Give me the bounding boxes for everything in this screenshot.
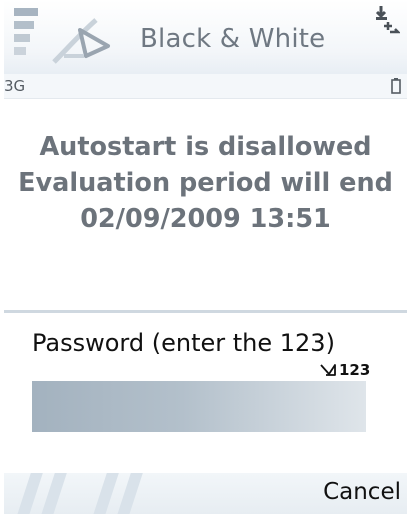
status-bar: 3G xyxy=(4,74,407,98)
app-title: Black & White xyxy=(140,24,326,54)
message-line-2: Evaluation period will end xyxy=(18,168,393,198)
message-line-3: 02/09/2009 13:51 xyxy=(80,204,331,234)
message-line-1: Autostart is disallowed xyxy=(39,132,372,162)
input-mode-icon xyxy=(320,364,336,376)
cancel-button[interactable]: Cancel xyxy=(323,479,401,505)
screen: Black & White 3G Autostart is disallowed… xyxy=(4,0,407,514)
password-input[interactable] xyxy=(32,381,366,432)
battery-icon xyxy=(391,78,401,94)
input-mode-label: 123 xyxy=(339,361,371,379)
app-logo-icon xyxy=(52,18,110,64)
softkey-bar: Cancel xyxy=(4,473,407,514)
signal-strength-icon xyxy=(14,8,38,55)
input-mode-indicator: 123 xyxy=(320,360,370,380)
data-connection-icon xyxy=(375,6,400,34)
title-bar: Black & White xyxy=(4,0,407,74)
network-indicator: 3G xyxy=(4,77,26,95)
password-label: Password (enter the 123) xyxy=(32,329,335,357)
password-panel: Password (enter the 123) 123 xyxy=(4,313,407,473)
message-panel: Autostart is disallowed Evaluation perio… xyxy=(4,98,407,311)
message-text: Autostart is disallowed Evaluation perio… xyxy=(4,129,407,237)
